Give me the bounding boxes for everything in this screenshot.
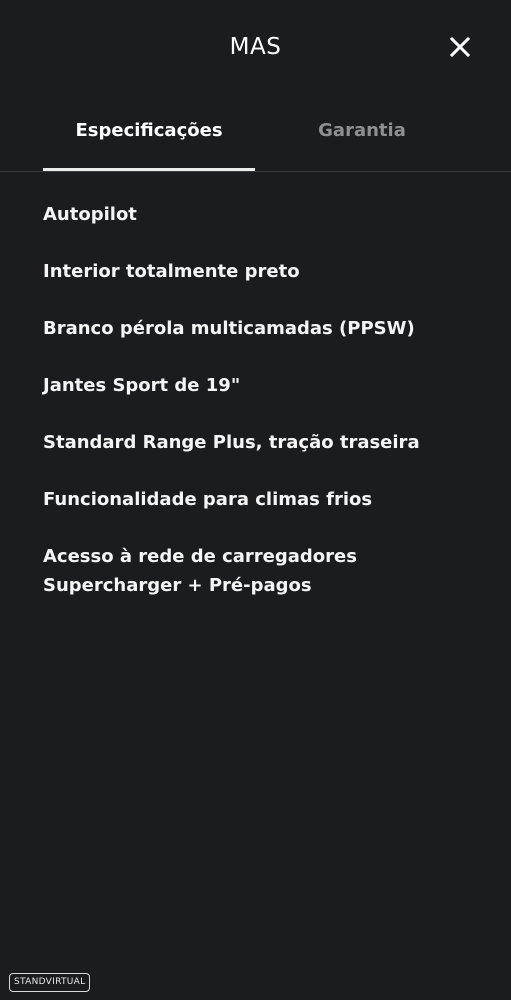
tabs-divider: [0, 171, 511, 172]
tab-bar: Especificações Garantia: [0, 100, 511, 172]
spec-item-wheels: Jantes Sport de 19": [43, 375, 241, 396]
spec-item-paint: Branco pérola multicamadas (PPSW): [43, 318, 415, 339]
spec-item-range: Standard Range Plus, tração traseira: [43, 432, 420, 453]
close-button[interactable]: [446, 33, 474, 61]
tab-specifications[interactable]: Especificações: [43, 100, 255, 170]
standvirtual-watermark: STANDVIRTUAL: [9, 973, 91, 992]
spec-item-autopilot: Autopilot: [43, 204, 137, 225]
page-title: MAS: [229, 34, 282, 60]
modal-header: MAS: [0, 0, 511, 95]
close-icon: [449, 36, 471, 58]
spec-item-interior: Interior totalmente preto: [43, 261, 300, 282]
tab-warranty[interactable]: Garantia: [255, 100, 469, 170]
spec-item-cold-weather: Funcionalidade para climas frios: [43, 489, 373, 510]
spec-list: Autopilot Interior totalmente preto Bran…: [43, 200, 493, 628]
spec-item-supercharger: Acesso à rede de carregadores Supercharg…: [43, 546, 357, 596]
